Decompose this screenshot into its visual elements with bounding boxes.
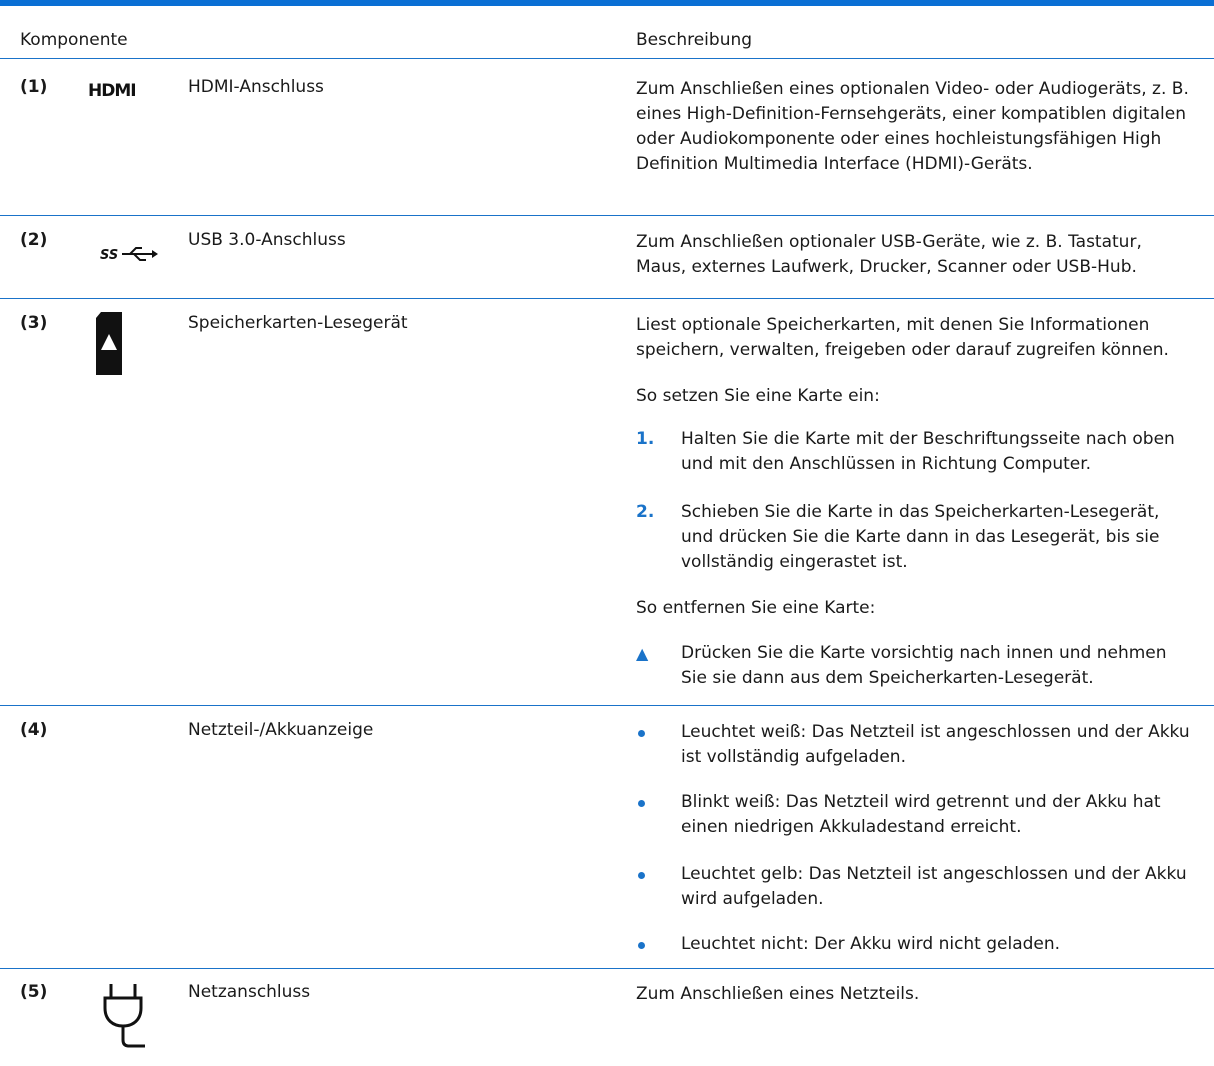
column-header-description: Beschreibung <box>636 30 753 50</box>
insert-card-heading: So setzen Sie eine Karte ein: <box>636 386 880 406</box>
row-divider <box>0 215 1214 216</box>
component-name: USB 3.0-Anschluss <box>188 230 346 250</box>
row-divider <box>0 298 1214 299</box>
component-description: Zum Anschließen eines optionalen Video- … <box>636 79 1189 174</box>
component-name: Netzanschluss <box>188 982 311 1002</box>
usb-ss-text: SS <box>100 248 118 263</box>
bullet-text: Leuchtet nicht: Der Akku wird nicht gela… <box>681 934 1061 954</box>
row-divider <box>0 705 1214 706</box>
column-header-component: Komponente <box>20 30 128 50</box>
usb-superspeed-icon: SS <box>100 244 160 269</box>
step-number: 2. <box>636 502 655 522</box>
row-number: (4) <box>20 720 48 740</box>
bullet-text: Blinkt weiß: Das Netzteil wird getrennt … <box>681 792 1161 837</box>
component-name: Netzteil-/Akkuanzeige <box>188 720 374 740</box>
row-number: (3) <box>20 313 48 333</box>
step-text: Drücken Sie die Karte vorsichtig nach in… <box>681 643 1167 688</box>
bullet-dot-icon <box>636 862 676 887</box>
step-number: 1. <box>636 429 655 449</box>
triangle-bullet-icon: ▲ <box>636 644 649 663</box>
memory-card-icon <box>96 312 122 380</box>
row-number: (5) <box>20 982 48 1002</box>
step-text: Halten Sie die Karte mit der Beschriftun… <box>681 429 1175 474</box>
remove-card-heading: So entfernen Sie eine Karte: <box>636 598 876 618</box>
component-description: Zum Anschließen eines Netzteils. <box>636 984 920 1004</box>
component-name: Speicherkarten-Lesegerät <box>188 313 408 333</box>
row-divider <box>0 968 1214 969</box>
row-number: (1) <box>20 77 48 97</box>
hdmi-icon: HDMI <box>88 81 184 106</box>
bullet-text: Leuchtet gelb: Das Netzteil ist angeschl… <box>681 864 1187 909</box>
power-plug-icon <box>101 980 147 1055</box>
component-description: Zum Anschließen optionaler USB-Geräte, w… <box>636 232 1142 277</box>
bullet-dot-icon <box>636 720 676 745</box>
header-divider <box>0 58 1214 59</box>
step-text: Schieben Sie die Karte in das Speicherka… <box>681 502 1160 572</box>
bullet-dot-icon <box>636 932 676 957</box>
bullet-dot-icon <box>636 790 676 815</box>
top-accent-bar <box>0 0 1214 6</box>
row-number: (2) <box>20 230 48 250</box>
component-name: HDMI-Anschluss <box>188 77 324 97</box>
hdmi-logo-text: HDMI <box>88 81 136 101</box>
component-description: Liest optionale Speicherkarten, mit dene… <box>636 315 1169 360</box>
bullet-text: Leuchtet weiß: Das Netzteil ist angeschl… <box>681 722 1190 767</box>
